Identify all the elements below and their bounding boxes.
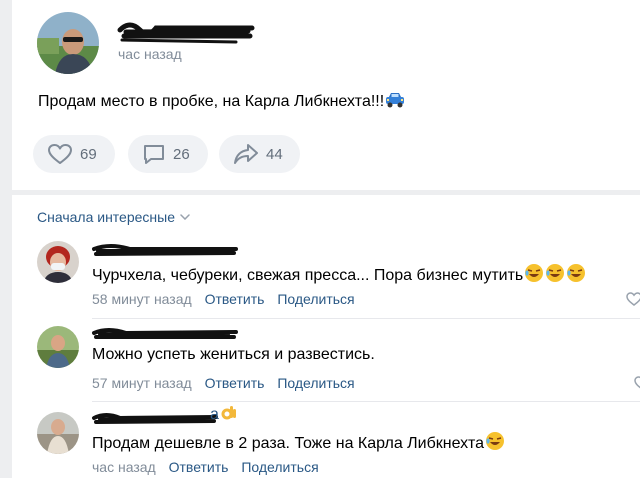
chevron-down-icon <box>180 214 190 220</box>
heart-icon <box>48 144 72 164</box>
share-arrow-icon <box>234 144 258 164</box>
comment-count: 26 <box>173 145 190 163</box>
comment-author-avatar[interactable] <box>37 326 79 368</box>
comment-text-content: Продам дешевле в 2 раза. Тоже на Карла Л… <box>92 435 485 452</box>
share-comment-button[interactable]: Поделиться <box>241 459 318 475</box>
share-button[interactable]: 44 <box>219 135 300 173</box>
comment-author-name-redacted[interactable] <box>90 324 240 344</box>
share-comment-button[interactable]: Поделиться <box>277 375 354 391</box>
comment-author-name-redacted[interactable] <box>90 241 240 261</box>
rolling-laughing-emoji <box>566 263 586 288</box>
post-card: час назад Продам место в пробке, на Карл… <box>12 0 640 190</box>
comment-icon <box>144 145 164 164</box>
rolling-laughing-emoji <box>524 263 544 288</box>
post-text-content: Продам место в пробке, на Карла Либкнехт… <box>38 93 385 110</box>
reply-button[interactable]: Ответить <box>169 459 229 475</box>
comment-text: Можно успеть жениться и развестись. <box>92 346 375 363</box>
comment-item: Чурчхела, чебуреки, свежая пресса... Пор… <box>12 235 640 319</box>
comment-meta: 58 минут назад Ответить Поделиться <box>92 291 355 307</box>
like-count: 69 <box>80 145 97 163</box>
comment-time[interactable]: час назад <box>92 459 156 475</box>
comment-meta: час назад Ответить Поделиться <box>92 459 319 475</box>
share-comment-button[interactable]: Поделиться <box>277 291 354 307</box>
comment-text: Чурчхела, чебуреки, свежая пресса... Пор… <box>92 263 586 288</box>
comment-author-name-redacted[interactable] <box>90 409 220 429</box>
reply-button[interactable]: Ответить <box>205 291 265 307</box>
author-name-suffix: а <box>210 406 219 423</box>
heart-icon[interactable] <box>634 376 640 390</box>
post-author-name-redacted[interactable] <box>116 16 256 46</box>
comment-divider <box>92 318 640 319</box>
comment-text-content: Чурчхела, чебуреки, свежая пресса... Пор… <box>92 267 524 284</box>
rolling-laughing-emoji <box>485 431 505 456</box>
comment-meta: 57 минут назад Ответить Поделиться <box>92 375 355 391</box>
comment-author-avatar[interactable] <box>37 241 79 283</box>
like-button[interactable]: 69 <box>33 135 115 173</box>
post-text: Продам место в пробке, на Карла Либкнехт… <box>38 91 405 114</box>
comment-time[interactable]: 58 минут назад <box>92 291 192 307</box>
share-count: 44 <box>266 145 283 163</box>
comment-sort-dropdown[interactable]: Сначала интересные <box>37 209 190 225</box>
comment-author-name-tail[interactable]: а <box>210 404 238 427</box>
car-emoji <box>385 91 405 114</box>
heart-icon[interactable] <box>626 292 640 306</box>
comment-button[interactable]: 26 <box>128 135 208 173</box>
comments-card: Сначала интересные Чурчхела, чебуреки, с… <box>12 195 640 478</box>
comment-time[interactable]: 57 минут назад <box>92 375 192 391</box>
comment-item: Можно успеть жениться и развестись. 57 м… <box>12 320 640 402</box>
comment-divider <box>92 401 640 402</box>
rolling-laughing-emoji <box>545 263 565 288</box>
post-time[interactable]: час назад <box>118 46 182 62</box>
post-author-avatar[interactable] <box>37 12 99 74</box>
sort-label: Сначала интересные <box>37 209 175 225</box>
comment-item: а Продам дешевле в 2 раза. Тоже на Карла… <box>12 406 640 478</box>
reply-button[interactable]: Ответить <box>205 375 265 391</box>
comment-author-avatar[interactable] <box>37 412 79 454</box>
ok-hand-emoji <box>220 404 238 427</box>
comment-text: Продам дешевле в 2 раза. Тоже на Карла Л… <box>92 431 505 456</box>
